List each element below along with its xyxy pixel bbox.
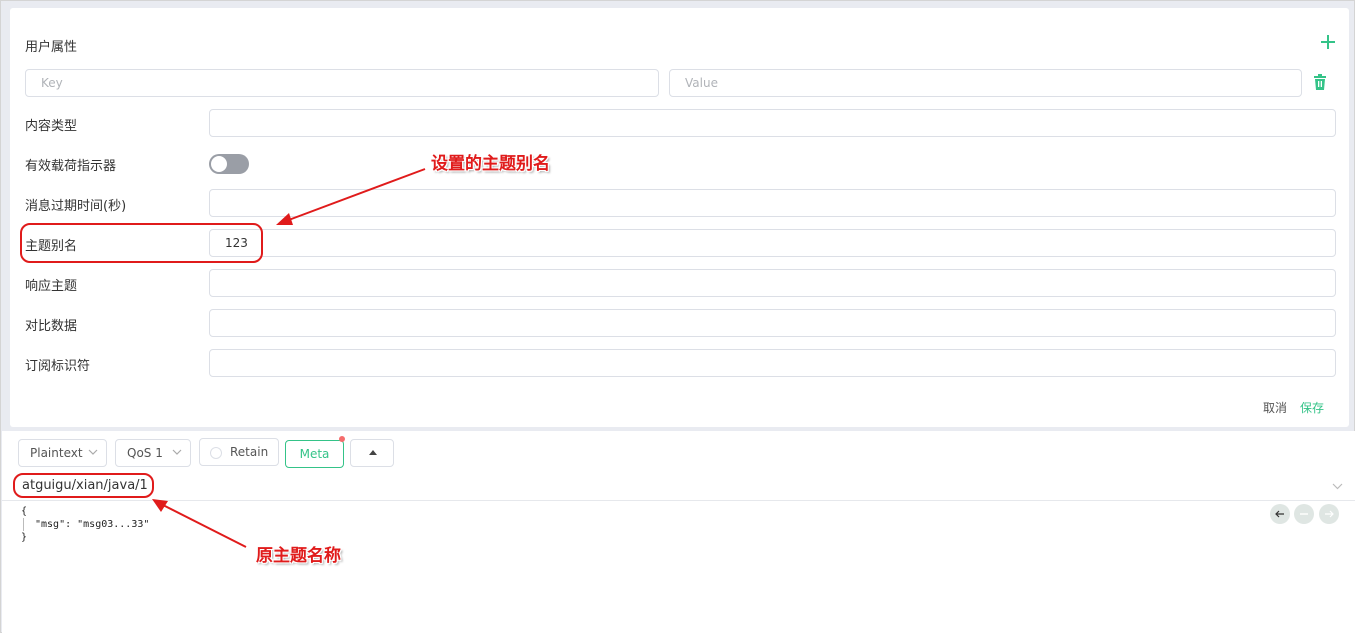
topic-annotation: 原主题名称: [256, 546, 341, 566]
cancel-button[interactable]: 取消: [1263, 399, 1287, 416]
chevron-down-icon: [172, 449, 182, 455]
chevron-down-icon: [88, 449, 98, 455]
save-button[interactable]: 保存: [1300, 399, 1324, 416]
payload-editor[interactable]: { "msg": "msg03...33" }: [21, 505, 149, 544]
content-type-input[interactable]: [209, 109, 1336, 137]
response-topic-label: 响应主题: [25, 279, 78, 294]
caret-up-icon: [369, 450, 377, 455]
trash-icon[interactable]: [1313, 74, 1327, 90]
content-type-label: 内容类型: [25, 119, 78, 134]
subscription-id-label: 订阅标识符: [25, 359, 91, 374]
chevron-down-icon[interactable]: [1332, 483, 1343, 490]
qos-select[interactable]: QoS 1: [115, 439, 191, 467]
arrow-right-icon: [1325, 510, 1334, 518]
topic-alias-highlight: [20, 223, 263, 263]
topic-highlight: [13, 473, 154, 498]
previous-message-button[interactable]: [1270, 504, 1290, 524]
minus-icon: [1300, 513, 1308, 515]
correlation-data-input[interactable]: [209, 309, 1336, 337]
next-message-button[interactable]: [1319, 504, 1339, 524]
retain-radio-icon: [210, 447, 222, 459]
reset-button[interactable]: [1294, 504, 1314, 524]
indent-guide: [23, 518, 24, 531]
plus-icon[interactable]: [1320, 34, 1336, 50]
response-topic-input[interactable]: [209, 269, 1336, 297]
retain-label: Retain: [230, 445, 269, 459]
payload-line: }: [21, 532, 28, 543]
meta-button[interactable]: Meta: [285, 440, 344, 468]
meta-indicator-dot: [339, 436, 345, 442]
meta-properties-panel: 用户属性 Key Value 内容类型 有效载荷指示器 消息过期时间(秒) 主题…: [10, 8, 1349, 427]
payload-format-select[interactable]: Plaintext: [18, 439, 107, 467]
payload-line: "msg": "msg03...33": [35, 519, 150, 530]
topic-alias-input[interactable]: 123: [209, 229, 1336, 257]
subscription-id-input[interactable]: [209, 349, 1336, 377]
message-composer: Plaintext QoS 1 Retain Meta atguigu/xian…: [2, 431, 1355, 633]
user-properties-label: 用户属性: [25, 40, 78, 55]
retain-checkbox[interactable]: Retain: [199, 438, 279, 466]
payload-indicator-label: 有效载荷指示器: [25, 159, 117, 174]
collapse-button[interactable]: [350, 439, 394, 467]
correlation-data-label: 对比数据: [25, 319, 78, 334]
toggle-knob: [211, 156, 227, 172]
user-property-value-input[interactable]: Value: [669, 69, 1302, 97]
qos-value: QoS 1: [127, 446, 163, 460]
payload-format-value: Plaintext: [30, 446, 83, 460]
app-window: 用户属性 Key Value 内容类型 有效载荷指示器 消息过期时间(秒) 主题…: [0, 0, 1355, 633]
user-property-key-input[interactable]: Key: [25, 69, 659, 97]
payload-line: {: [21, 506, 28, 517]
message-expiry-input[interactable]: [209, 189, 1336, 217]
arrow-left-icon: [1275, 510, 1284, 518]
message-expiry-label: 消息过期时间(秒): [25, 199, 127, 214]
divider: [2, 500, 1355, 501]
payload-indicator-toggle[interactable]: [209, 154, 249, 174]
alias-annotation: 设置的主题别名: [431, 154, 550, 174]
